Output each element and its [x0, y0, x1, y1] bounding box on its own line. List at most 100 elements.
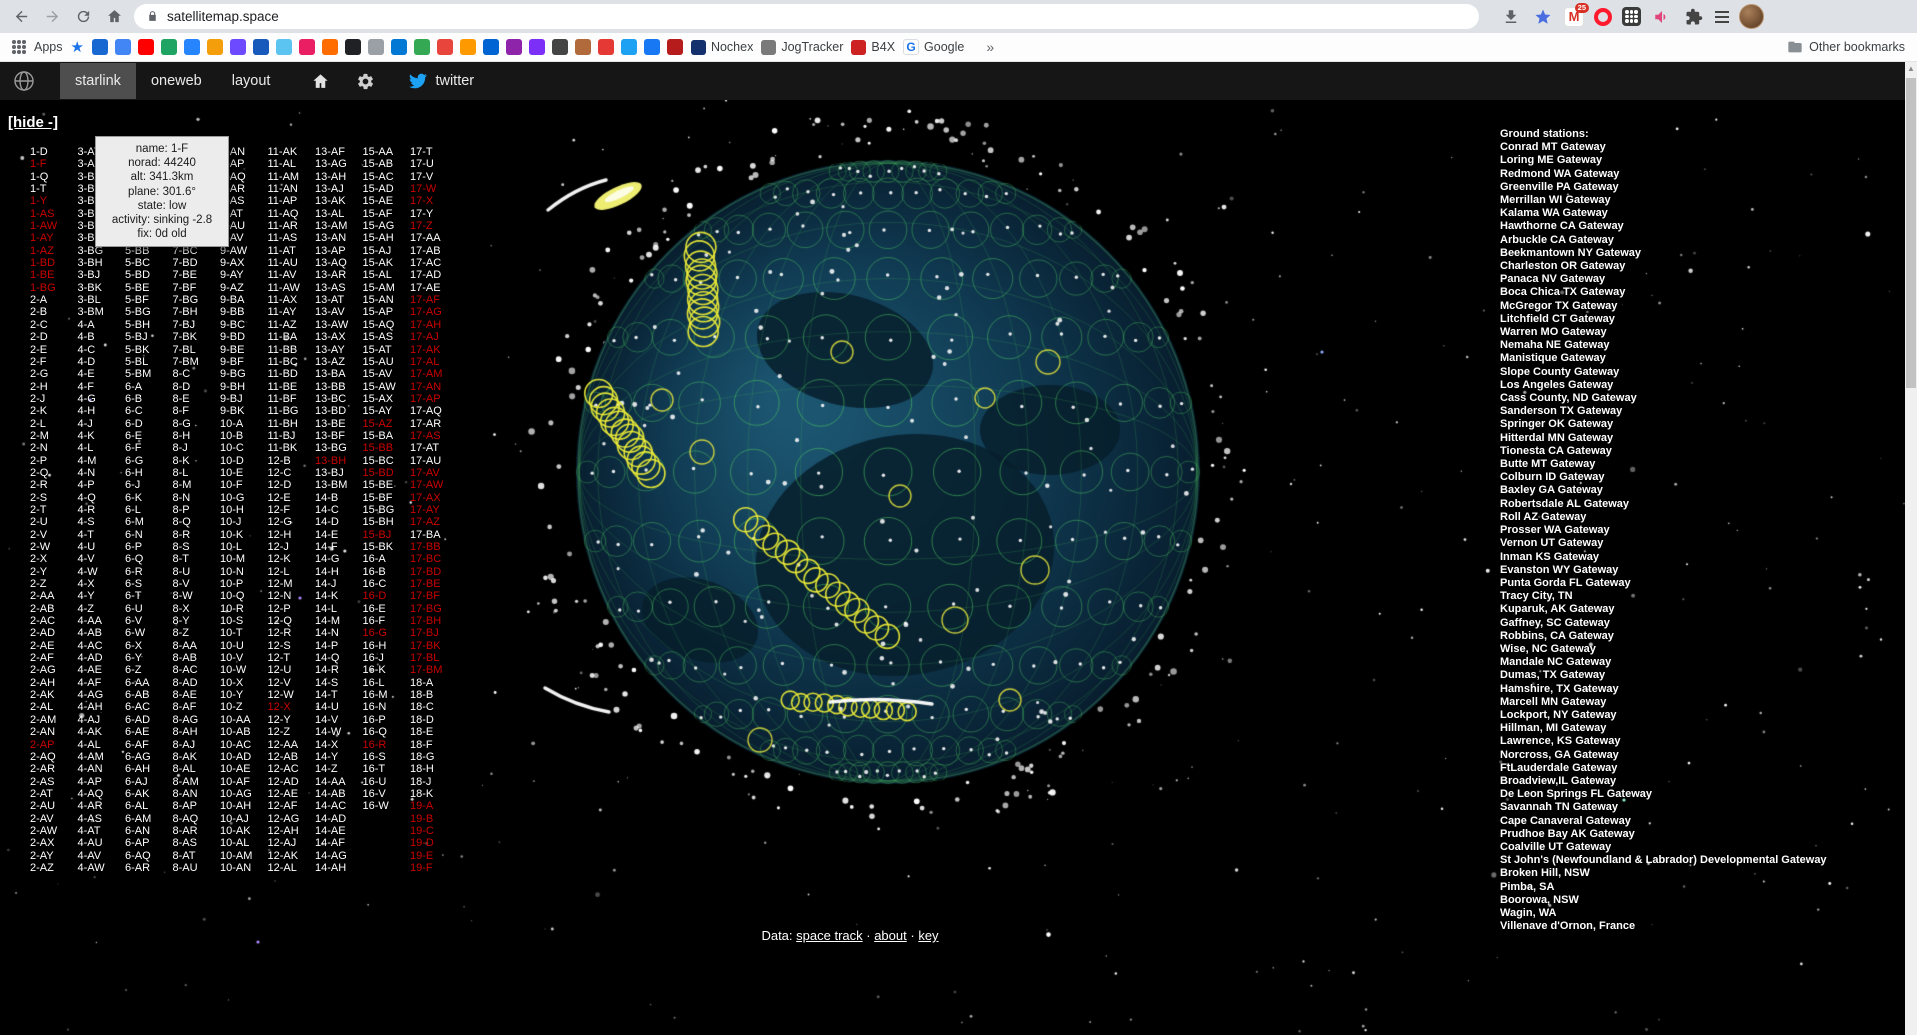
bookmark-favicon[interactable] [414, 39, 430, 55]
satellite-id[interactable]: 12-AD [268, 776, 316, 788]
ground-station-item[interactable]: Redmond WA Gateway [1500, 168, 1900, 181]
page-scrollbar[interactable]: ▲ [1905, 62, 1917, 1035]
satellite-id[interactable]: 6-AK [125, 788, 173, 800]
satellite-id[interactable]: 17-AB [410, 245, 458, 257]
satellite-id[interactable]: 17-AY [410, 504, 458, 516]
ground-station-item[interactable]: Gaffney, SC Gateway [1500, 617, 1900, 630]
satellite-id[interactable]: 5-BM [125, 368, 173, 380]
ground-station-item[interactable]: Boca Chica TX Gateway [1500, 286, 1900, 299]
satellite-id[interactable]: 10-C [220, 442, 268, 454]
satellite-id[interactable]: 6-U [125, 603, 173, 615]
bookmark-favicon[interactable] [138, 39, 154, 55]
satellite-id[interactable]: 8-J [173, 442, 221, 454]
ground-station-item[interactable]: Mandale NC Gateway [1500, 656, 1900, 669]
satellite-id[interactable]: 13-AY [315, 344, 363, 356]
ground-station-item[interactable]: Greenville PA Gateway [1500, 181, 1900, 194]
satellite-id[interactable]: 14-W [315, 726, 363, 738]
satellite-id[interactable]: 1-AS [30, 208, 78, 220]
satellite-id[interactable]: 19-B [410, 813, 458, 825]
satellite-id[interactable]: 16-R [363, 739, 411, 751]
satellite-id[interactable]: 11-AL [268, 158, 316, 170]
satellite-id[interactable]: 10-K [220, 529, 268, 541]
satellite-id[interactable]: 13-AM [315, 220, 363, 232]
satellite-id[interactable]: 10-AE [220, 763, 268, 775]
satellite-id[interactable]: 14-X [315, 739, 363, 751]
satellite-id[interactable]: 7-BK [173, 331, 221, 343]
satellite-id[interactable]: 11-AM [268, 171, 316, 183]
satellite-id[interactable]: 15-BF [363, 492, 411, 504]
satellite-id[interactable]: 14-H [315, 566, 363, 578]
footer-link-space-track[interactable]: space track [796, 928, 862, 943]
bookmark-favicon[interactable] [437, 39, 453, 55]
satellite-id[interactable]: 4-Y [78, 590, 126, 602]
satellite-id[interactable]: 2-AU [30, 800, 78, 812]
ground-station-item[interactable]: Litchfield CT Gateway [1500, 313, 1900, 326]
satellite-id[interactable]: 4-AP [78, 776, 126, 788]
satellite-id[interactable]: 15-AP [363, 306, 411, 318]
satellite-id[interactable]: 8-M [173, 479, 221, 491]
bookmark-favicon[interactable] [253, 39, 269, 55]
satellite-id[interactable]: 10-V [220, 652, 268, 664]
satellite-id[interactable]: 15-AY [363, 405, 411, 417]
satellite-id[interactable]: 17-BB [410, 541, 458, 553]
satellite-id[interactable]: 10-H [220, 504, 268, 516]
scroll-up-arrow[interactable]: ▲ [1905, 62, 1917, 76]
satellite-id[interactable]: 14-N [315, 627, 363, 639]
satellite-id[interactable]: 17-V [410, 171, 458, 183]
satellite-id[interactable]: 2-AY [30, 850, 78, 862]
ground-station-item[interactable]: Sanderson TX Gateway [1500, 405, 1900, 418]
menu-lines-icon[interactable] [1715, 11, 1729, 23]
bookmark-favicon[interactable] [368, 39, 384, 55]
satellite-id[interactable]: 15-AD [363, 183, 411, 195]
satellite-id[interactable]: 4-AS [78, 813, 126, 825]
satellite-id[interactable]: 14-Y [315, 751, 363, 763]
satellite-id[interactable]: 8-AG [173, 714, 221, 726]
satellite-id[interactable]: 15-AX [363, 393, 411, 405]
satellite-id[interactable]: 1-Q [30, 171, 78, 183]
satellite-id[interactable]: 6-M [125, 516, 173, 528]
satellite-id[interactable]: 16-B [363, 566, 411, 578]
satellite-id[interactable]: 15-BG [363, 504, 411, 516]
satellite-id[interactable]: 5-BF [125, 294, 173, 306]
satellite-id[interactable]: 2-R [30, 479, 78, 491]
satellite-id[interactable]: 14-Z [315, 763, 363, 775]
bookmark-favicon[interactable] [391, 39, 407, 55]
satellite-id[interactable]: 5-BC [125, 257, 173, 269]
satellite-id[interactable]: 13-AZ [315, 356, 363, 368]
satellite-id[interactable]: 10-Z [220, 701, 268, 713]
satellite-id[interactable]: 17-AE [410, 282, 458, 294]
satellite-id[interactable]: 16-U [363, 776, 411, 788]
satellite-id[interactable]: 15-AC [363, 171, 411, 183]
satellite-id[interactable]: 4-V [78, 553, 126, 565]
satellite-id[interactable]: 17-BC [410, 553, 458, 565]
satellite-id[interactable]: 17-AP [410, 393, 458, 405]
satellite-id[interactable]: 13-AX [315, 331, 363, 343]
megaphone-icon[interactable] [1651, 6, 1673, 28]
satellite-id[interactable]: 17-AC [410, 257, 458, 269]
tab-oneweb[interactable]: oneweb [136, 63, 217, 99]
satellite-id[interactable]: 4-M [78, 455, 126, 467]
satellite-id[interactable]: 13-AN [315, 232, 363, 244]
satellite-id[interactable]: 10-AK [220, 825, 268, 837]
satellite-id[interactable]: 15-AL [363, 269, 411, 281]
satellite-id[interactable]: 2-AC [30, 615, 78, 627]
satellite-id[interactable]: 13-BG [315, 442, 363, 454]
satellite-id[interactable]: 17-BK [410, 640, 458, 652]
satellite-id[interactable]: 2-B [30, 306, 78, 318]
satellite-id[interactable]: 2-AG [30, 664, 78, 676]
satellite-id[interactable]: 12-AL [268, 862, 316, 874]
satellite-id[interactable]: 7-BM [173, 356, 221, 368]
satellite-id[interactable]: 15-BD [363, 467, 411, 479]
satellite-id[interactable]: 8-C [173, 368, 221, 380]
satellite-id[interactable]: 2-AB [30, 603, 78, 615]
satellite-id[interactable]: 13-BB [315, 381, 363, 393]
satellite-id[interactable]: 6-X [125, 640, 173, 652]
satellite-id[interactable]: 18-C [410, 701, 458, 713]
back-icon[interactable] [10, 6, 32, 28]
satellite-id[interactable]: 12-R [268, 627, 316, 639]
satellite-id[interactable]: 16-W [363, 800, 411, 812]
satellite-id[interactable]: 17-AW [410, 479, 458, 491]
satellite-id[interactable]: 16-L [363, 677, 411, 689]
satellite-id[interactable]: 4-AF [78, 677, 126, 689]
satellite-id[interactable]: 4-K [78, 430, 126, 442]
